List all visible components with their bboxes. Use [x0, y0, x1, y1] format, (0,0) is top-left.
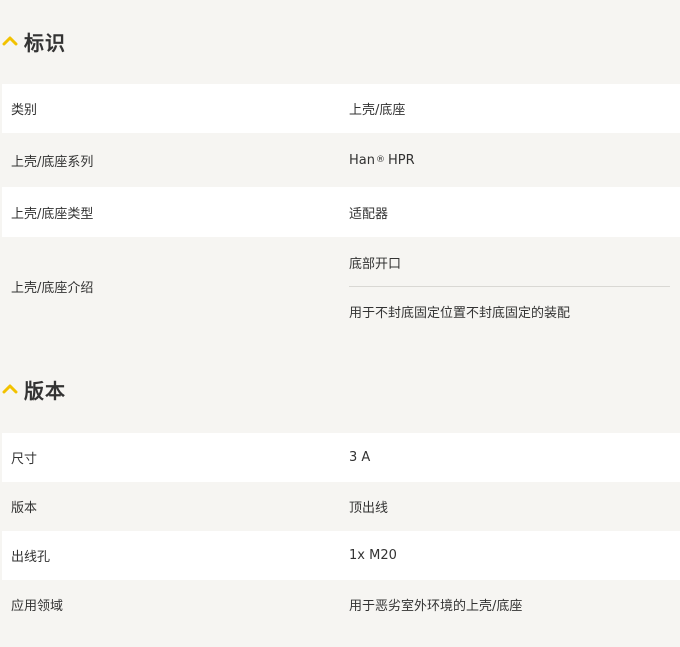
table-row: 类别 上壳/底座: [2, 84, 680, 133]
row-value: 底部开口: [349, 256, 402, 272]
row-label: 版本: [11, 501, 38, 516]
row-value: 用于恶劣室外环境的上壳/底座: [349, 599, 523, 614]
row-label: 上壳/底座系列: [11, 154, 94, 170]
row-value-list: 底部开口 用于不封底固定位置不封底固定的装配: [341, 237, 680, 336]
section-title: 标识: [24, 30, 66, 55]
chevron-up-icon: [2, 36, 18, 46]
identification-table: 类别 上壳/底座 上壳/底座系列 Han ® HPR 上壳/底座类型 适配器 上壳/…: [2, 84, 680, 336]
table-row: 上壳/底座系列 Han ® HPR: [2, 133, 680, 187]
row-value: 用于不封底固定位置不封底固定的装配: [349, 305, 571, 321]
version-table: 尺寸 3 A 版本 顶出线 出线孔 1x M20 应用领域 用于恶劣室外环境的上…: [2, 433, 680, 629]
table-row: 尺寸 3 A: [2, 433, 680, 482]
section-title: 版本: [24, 378, 66, 403]
row-label: 应用领域: [11, 599, 64, 614]
row-value: 上壳/底座: [349, 103, 406, 118]
row-label: 上壳/底座类型: [11, 206, 94, 222]
registered-mark: ®: [375, 155, 385, 165]
table-row: 上壳/底座类型 适配器: [2, 187, 680, 237]
row-label: 出线孔: [11, 550, 51, 565]
row-label: 尺寸: [11, 452, 38, 467]
row-value-main: Han: [349, 152, 375, 168]
row-label: 上壳/底座介绍: [11, 281, 94, 296]
section-header-identification[interactable]: 标识: [0, 26, 680, 56]
row-value: 3 A: [349, 450, 371, 465]
section-header-version[interactable]: 版本: [0, 374, 680, 404]
row-value: 顶出线: [349, 501, 389, 516]
table-row: 应用领域 用于恶劣室外环境的上壳/底座: [2, 580, 680, 629]
row-value-tail: HPR: [387, 152, 415, 168]
table-row: 版本 顶出线: [2, 482, 680, 531]
table-row: 出线孔 1x M20: [2, 531, 680, 580]
row-label: 类别: [11, 103, 38, 118]
table-row: 上壳/底座介绍 底部开口 用于不封底固定位置不封底固定的装配: [2, 237, 680, 336]
chevron-up-icon: [2, 384, 18, 394]
row-value: 适配器: [349, 206, 389, 222]
row-value: Han ® HPR: [341, 133, 680, 187]
row-value: 1x M20: [349, 548, 397, 563]
